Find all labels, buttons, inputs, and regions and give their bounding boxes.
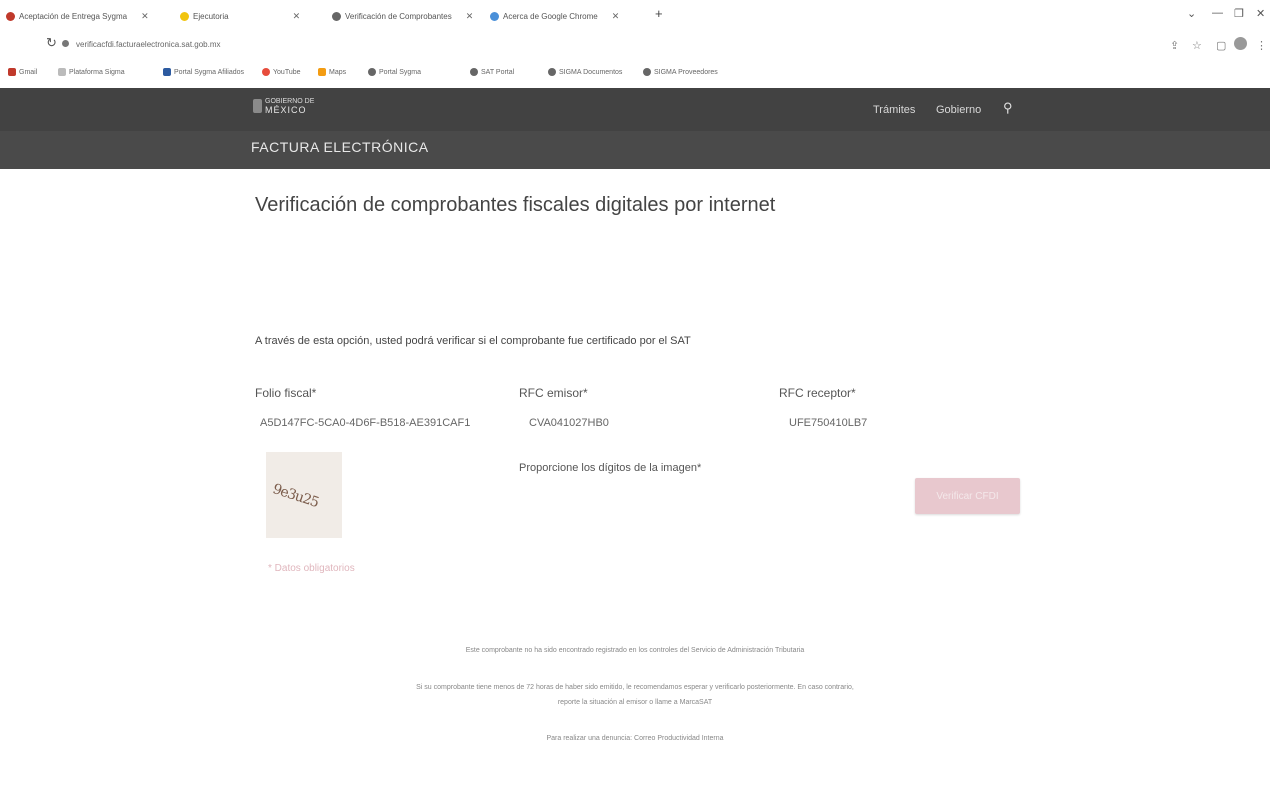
- nav-tramites-link[interactable]: Trámites: [873, 104, 915, 116]
- bookmark-item[interactable]: Maps: [318, 68, 346, 76]
- bookmark-item[interactable]: Portal Sygma: [368, 68, 421, 76]
- youtube-icon: [262, 68, 270, 76]
- advice-message-line2: reporte la situación al emisor o llame a…: [557, 699, 713, 706]
- minimize-button[interactable]: —: [1212, 7, 1223, 19]
- required-fields-note: * Datos obligatorios: [268, 563, 355, 574]
- tab-close-icon[interactable]: ✕: [293, 11, 301, 22]
- search-icon[interactable]: ⚲: [1003, 100, 1013, 116]
- bookmark-star-icon[interactable]: ☆: [1192, 39, 1202, 52]
- section-title[interactable]: FACTURA ELECTRÓNICA: [251, 139, 429, 155]
- tab-label: Ejecutoria: [193, 11, 229, 21]
- tab-label: Acerca de Google Chrome: [503, 11, 598, 21]
- captcha-input[interactable]: [519, 478, 799, 500]
- verify-button-label: Verificar CFDI: [936, 490, 999, 502]
- logo-main-text: MÉXICO: [265, 105, 307, 115]
- page-icon: [58, 68, 66, 76]
- share-icon[interactable]: ⇪: [1170, 39, 1179, 52]
- tab-label: Aceptación de Entrega Sygma: [19, 11, 128, 21]
- rfc-receptor-input[interactable]: UFE750410LB7: [789, 417, 867, 429]
- tab-close-icon[interactable]: ✕: [466, 11, 474, 22]
- lock-icon[interactable]: [62, 40, 69, 47]
- menu-icon[interactable]: ⋮: [1256, 39, 1267, 52]
- page-icon: [163, 68, 171, 76]
- chrome-icon: [490, 11, 499, 21]
- captcha-label: Proporcione los dígitos de la imagen*: [519, 462, 702, 474]
- bookmark-item[interactable]: Plataforma Sigma: [58, 68, 125, 76]
- bookmark-item[interactable]: SIGMA Proveedores: [643, 68, 718, 76]
- report-link[interactable]: Para realizar una denuncia: Correo Produ…: [0, 735, 1270, 742]
- reload-icon[interactable]: ↻: [46, 35, 57, 51]
- rfc-emisor-label: RFC emisor*: [519, 386, 588, 400]
- maximize-button[interactable]: ❐: [1234, 7, 1244, 20]
- globe-icon: [643, 68, 651, 76]
- bookmark-label: SIGMA Proveedores: [654, 68, 718, 76]
- tab-close-icon[interactable]: ✕: [612, 11, 620, 22]
- extensions-icon[interactable]: ▢: [1216, 39, 1226, 52]
- globe-icon: [548, 68, 556, 76]
- site-favicon-icon: [6, 11, 15, 21]
- tab-label: Verificación de Comprobantes: [345, 11, 452, 21]
- bookmark-label: YouTube: [273, 68, 301, 76]
- browser-tab[interactable]: Acerca de Google Chrome ✕: [490, 8, 619, 24]
- maps-icon: [318, 68, 326, 76]
- rfc-emisor-input[interactable]: CVA041027HB0: [529, 417, 609, 429]
- browser-tab-active[interactable]: Verificación de Comprobantes ✕: [332, 8, 473, 24]
- bookmark-label: Maps: [329, 68, 347, 76]
- close-window-button[interactable]: ✕: [1256, 7, 1265, 20]
- site-favicon-icon: [180, 11, 189, 21]
- intro-text: A través de esta opción, usted podrá ver…: [255, 335, 691, 347]
- verify-cfdi-button[interactable]: Verificar CFDI: [915, 478, 1020, 514]
- bookmark-item[interactable]: YouTube: [262, 68, 301, 76]
- browser-tab[interactable]: Aceptación de Entrega Sygma ✕: [6, 8, 149, 24]
- bookmark-item[interactable]: Portal Sygma Afiliados: [163, 68, 244, 76]
- rfc-receptor-label: RFC receptor*: [779, 386, 856, 400]
- nav-gobierno-link[interactable]: Gobierno: [936, 104, 981, 116]
- tab-search-icon[interactable]: ⌄: [1187, 7, 1196, 20]
- bookmark-item[interactable]: SIGMA Documentos: [548, 68, 622, 76]
- bookmark-label: Plataforma Sigma: [69, 68, 125, 76]
- result-message: Este comprobante no ha sido encontrado r…: [465, 647, 805, 654]
- globe-icon: [470, 68, 478, 76]
- bookmark-item[interactable]: Gmail: [8, 68, 37, 76]
- tab-close-icon[interactable]: ✕: [141, 11, 149, 22]
- bookmark-label: Portal Sygma: [379, 68, 422, 76]
- gmail-icon: [8, 68, 16, 76]
- bookmark-label: SIGMA Documentos: [559, 68, 623, 76]
- globe-icon: [368, 68, 376, 76]
- page-title: Verificación de comprobantes fiscales di…: [255, 194, 776, 216]
- national-seal-icon: [253, 99, 262, 113]
- bookmark-label: SAT Portal: [481, 68, 515, 76]
- globe-icon: [332, 11, 341, 21]
- url-field[interactable]: verificacfdi.facturaelectronica.sat.gob.…: [76, 40, 221, 49]
- folio-fiscal-input[interactable]: A5D147FC-5CA0-4D6F-B518-AE391CAF1: [260, 417, 470, 429]
- section-bar: [0, 131, 1270, 169]
- browser-tab[interactable]: Ejecutoria ✕: [180, 8, 300, 24]
- profile-avatar[interactable]: [1234, 37, 1247, 50]
- bookmark-label: Gmail: [19, 68, 38, 76]
- bookmark-label: Portal Sygma Afiliados: [174, 68, 245, 76]
- new-tab-button[interactable]: +: [655, 6, 663, 21]
- gobierno-mexico-logo[interactable]: GOBIERNO DE MÉXICO: [253, 98, 314, 115]
- bookmark-item[interactable]: SAT Portal: [470, 68, 514, 76]
- advice-message-line1: Si su comprobante tiene menos de 72 hora…: [416, 684, 854, 691]
- folio-fiscal-label: Folio fiscal*: [255, 386, 317, 400]
